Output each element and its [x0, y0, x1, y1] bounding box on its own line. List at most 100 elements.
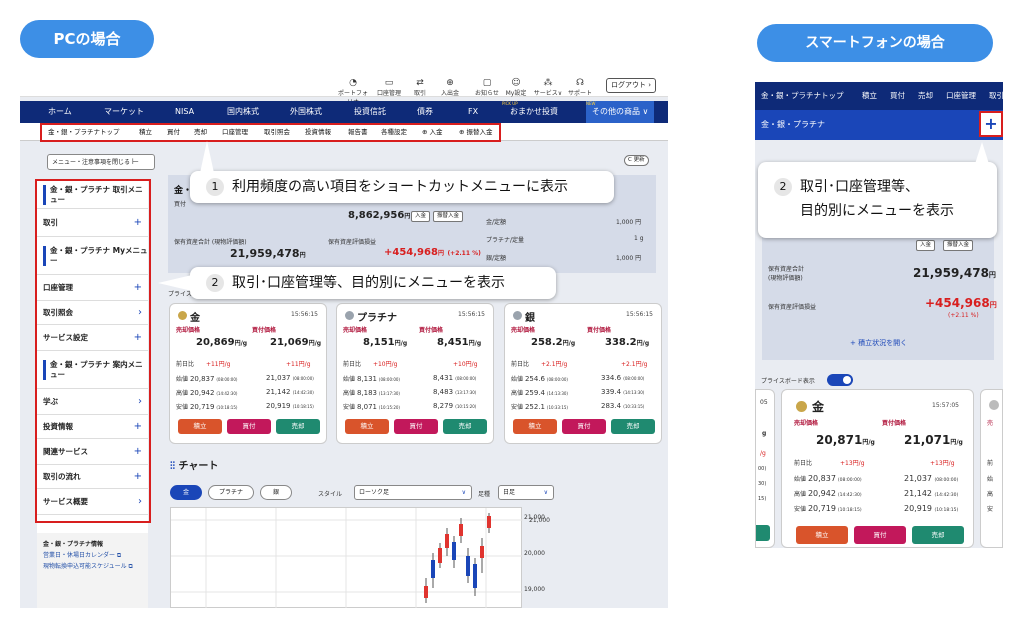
open-row: 始値 20,837 (08:00:00): [176, 375, 238, 383]
transfer-button[interactable]: 振替入金: [433, 211, 464, 222]
sp-deposit-button[interactable]: 入金: [916, 240, 936, 251]
notice-link[interactable]: ▢ お知らせ: [472, 78, 502, 97]
sp-priceboard-toggle[interactable]: [827, 374, 853, 386]
trade-link[interactable]: ⇄ 取引: [405, 78, 435, 97]
buy-price: 21,069円/g: [270, 337, 322, 348]
period-select[interactable]: 日足 ∨: [498, 485, 554, 500]
logout-button[interactable]: ログアウト ›: [606, 78, 656, 93]
sp-nav-accumulate[interactable]: 積立: [862, 82, 877, 110]
buy-button[interactable]: 買付: [394, 419, 438, 434]
nav-bonds[interactable]: 債券: [417, 101, 433, 123]
candle-body: [431, 560, 435, 578]
sp-low-row: 安値 20,719 (10:18:15): [794, 504, 862, 513]
sp-next-card: 売 前 始 高 安: [980, 389, 1003, 548]
sp-open-row: 始値 20,837 (08:00:00): [794, 474, 862, 483]
price-card-silver[interactable]: 銀 15:56:15 売却価格 買付価格 258.2円/g 338.2円/g 前日比 +2.…: [504, 303, 662, 444]
sp-accumulate-button[interactable]: 積立: [796, 526, 848, 544]
card-time: 15:56:15: [626, 311, 653, 318]
nav-foreign-stocks[interactable]: 外国株式: [290, 101, 322, 123]
prev-row: 前日比 +11円/g: [176, 361, 231, 368]
period-label: 足種: [478, 491, 491, 498]
nav-domestic-stocks[interactable]: 国内株式: [227, 101, 259, 123]
price-chart: 21,000: [170, 507, 550, 608]
total-assets-value: 21,959,478円: [230, 247, 306, 260]
sell-button[interactable]: 売却: [276, 419, 320, 434]
sp-shortcut-menu: 金・銀・プラチナトップ 積立 買付 売却 口座管理 取引: [755, 82, 1003, 110]
candle-body: [424, 586, 428, 598]
close-menu-button[interactable]: メニュー・注意事項を閉じる ⊢: [47, 154, 155, 170]
buying-power-value: 8,862,956円: [348, 210, 411, 221]
deposit-button[interactable]: 入金: [411, 211, 431, 222]
silver-coin-icon: [513, 311, 522, 320]
info-title: 金・銀・プラチナ情報: [43, 541, 104, 548]
smartphone-screenshot: 金・銀・プラチナトップ 積立 買付 売却 口座管理 取引 金・銀・プラチナ + …: [755, 82, 1003, 548]
sell-button[interactable]: 売却: [611, 419, 655, 434]
accumulate-button[interactable]: 積立: [178, 419, 222, 434]
sp-transfer-button[interactable]: 振替入金: [943, 240, 974, 251]
sell-price: 8,151円/g: [363, 337, 408, 348]
accum-gold-label: 金/定額: [486, 219, 507, 226]
sp-total-value: 21,959,478円: [913, 266, 996, 280]
highlight-sp-toggle: [979, 111, 1003, 137]
candle-body: [452, 542, 456, 560]
style-select[interactable]: ローソク足 ∨: [354, 485, 472, 500]
accumulate-button[interactable]: 積立: [513, 419, 557, 434]
nav-other-products[interactable]: その他の商品 ∨: [586, 101, 655, 123]
sp-pl-pct: (+2.11 %): [948, 312, 979, 319]
callout-pointer-1: [200, 141, 214, 173]
prev-buy: +10円/g: [453, 361, 478, 368]
nav-funds[interactable]: 投資信託: [354, 101, 386, 123]
total-assets-label: 保有資産合計 (現物評価額): [174, 239, 247, 246]
sp-gold-card[interactable]: 金 15:57:05 売却価格 買付価格 20,871円/g 21,071円/g…: [781, 389, 974, 548]
sp-nav-trade[interactable]: 取引: [989, 82, 1003, 110]
schedule-link[interactable]: 現物転換申込可能スケジュール ⧉: [43, 561, 142, 572]
tab-gold[interactable]: 金: [170, 485, 202, 500]
buy-button[interactable]: 買付: [227, 419, 271, 434]
buy-price: 8,451円/g: [437, 337, 482, 348]
tab-platinum[interactable]: プラチナ: [208, 485, 254, 500]
accumulate-button[interactable]: 積立: [345, 419, 389, 434]
sell-button[interactable]: 売却: [443, 419, 487, 434]
price-card-platinum[interactable]: プラチナ 15:56:15 売却価格 買付価格 8,151円/g 8,451円/g 前日比 …: [336, 303, 494, 444]
price-card-gold[interactable]: 金 15:56:15 売却価格 買付価格 20,869円/g 21,069円/g 前日比 +…: [169, 303, 327, 444]
high-row: 高値 8,183 (13:17:30): [343, 389, 400, 397]
services-link[interactable]: ⁂ サービス∨: [533, 78, 563, 97]
nav-fx[interactable]: FX: [468, 101, 478, 123]
new-badge: NEW: [586, 101, 596, 106]
sp-nav-sell[interactable]: 売却: [918, 82, 933, 110]
sp-high-buy: 21,142 (14:42:30): [904, 489, 959, 498]
highlight-shortcut-menu: [40, 123, 501, 142]
open-buy: 334.6 (08:00:00): [601, 374, 645, 382]
sp-nav-account[interactable]: 口座管理: [946, 82, 976, 110]
nav-home[interactable]: ホーム: [48, 101, 72, 123]
sp-buy-label: 買付価格: [882, 420, 907, 427]
nav-market[interactable]: マーケット: [104, 101, 144, 123]
buy-label: 買付価格: [419, 327, 444, 334]
platinum-coin-icon: [345, 311, 354, 320]
sp-sell-button[interactable]: 売却: [912, 526, 964, 544]
sp-nav-top[interactable]: 金・銀・プラチナトップ: [761, 82, 844, 110]
low-buy: 8,279 (10:15:20): [433, 402, 477, 410]
y-tick-19000-label: 19,000: [524, 586, 545, 593]
calendar-link[interactable]: 営業日・休場日カレンダー ⧉: [43, 550, 142, 561]
pc-screenshot: ◔ポートフォリオ ▭口座管理 ⇄取引 ⊕入出金 ▢お知らせ ☺My設定 ⁂サービ…: [20, 75, 668, 608]
sp-buy-button[interactable]: 買付: [854, 526, 906, 544]
pc-label: PCの場合: [20, 20, 154, 58]
sp-open-accum-link[interactable]: + 積立状況を開く: [850, 338, 907, 348]
tab-silver[interactable]: 銀: [260, 485, 292, 500]
buy-button[interactable]: 買付: [562, 419, 606, 434]
prev-buy: +11円/g: [286, 361, 311, 368]
sp-total-sublabel: (現物評価額): [768, 275, 803, 282]
y-tick-21000-label: 21,000: [524, 514, 545, 521]
sp-menu-header: 金・銀・プラチナ: [755, 110, 1003, 140]
nav-nisa[interactable]: NISA: [175, 101, 194, 123]
account-link[interactable]: ▭ 口座管理: [374, 78, 404, 97]
nav-robo[interactable]: おまかせ投資: [510, 101, 558, 123]
callout-number-1: 1: [206, 178, 224, 196]
candle-body: [487, 516, 491, 528]
sp-priceboard-label: プライスボード表示: [761, 378, 815, 385]
refresh-button[interactable]: C 更新: [624, 155, 649, 166]
deposit-link[interactable]: ⊕ 入出金: [435, 78, 465, 97]
accum-gold-value: 1,000 円: [616, 219, 642, 226]
sp-nav-buy[interactable]: 買付: [890, 82, 905, 110]
